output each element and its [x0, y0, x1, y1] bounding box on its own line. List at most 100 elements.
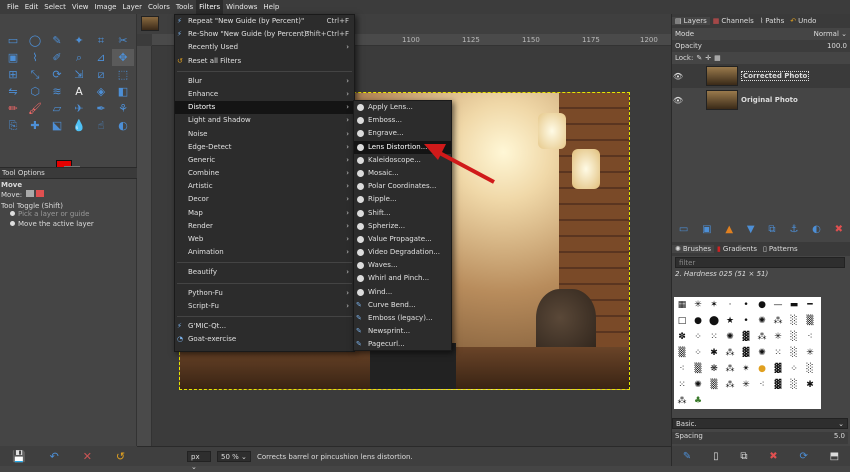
perspective-icon[interactable]: ⬚ [112, 66, 134, 83]
lock-pixels-icon[interactable]: ✎ [696, 54, 702, 62]
distort-shift[interactable]: Shift... [354, 207, 451, 220]
ink-icon[interactable]: ✒ [90, 100, 112, 117]
menu-colors[interactable]: Colors [145, 0, 173, 14]
brush-item[interactable]: ✶ [706, 297, 722, 313]
brush-item[interactable]: ▓ [770, 361, 786, 377]
brush-item[interactable]: ⁖ [802, 329, 818, 345]
menu-layer[interactable]: Layer [119, 0, 145, 14]
delete-preset-icon[interactable]: ✕ [83, 450, 92, 463]
fuzzy-select-icon[interactable]: ✦ [68, 32, 90, 49]
delete-brush-icon[interactable]: ✖ [769, 451, 777, 462]
new-layer-group-icon[interactable]: ▭ [679, 224, 688, 235]
smudge-icon[interactable]: ☝ [90, 117, 112, 134]
tab-patterns[interactable]: ▯ Patterns [760, 245, 801, 253]
tool-options-tab[interactable]: Tool Options [2, 169, 45, 177]
airbrush-icon[interactable]: ✈ [68, 100, 90, 117]
zoom-dropdown[interactable]: 50 % ⌄ [217, 451, 251, 462]
filter-group-decor[interactable]: Decor › [175, 193, 354, 206]
clone-icon[interactable]: ⎘ [2, 117, 24, 134]
free-select-icon[interactable]: ✎ [46, 32, 68, 49]
brush-item[interactable]: — [770, 297, 786, 313]
new-layer-icon[interactable]: ▣ [702, 224, 711, 235]
menu-image[interactable]: Image [92, 0, 120, 14]
brush-item[interactable]: ▒ [706, 377, 722, 393]
tab-paths[interactable]: ⌇ Paths [757, 17, 787, 25]
spacing-row[interactable]: Spacing 5.0 [672, 432, 848, 444]
menu-file[interactable]: File [4, 0, 22, 14]
brush-preset-dropdown[interactable]: Basic. ⌄ [672, 418, 848, 429]
brush-item[interactable]: ● [690, 313, 706, 329]
layer-name[interactable]: Corrected Photo [741, 71, 810, 81]
brush-item[interactable]: ❋ [706, 361, 722, 377]
paths-icon[interactable]: ⌇ [24, 49, 46, 66]
menu-windows[interactable]: Windows [223, 0, 260, 14]
distort-spherize[interactable]: Spherize... [354, 220, 451, 233]
recently-used-item[interactable]: Recently Used › [175, 41, 354, 54]
distort-ripple[interactable]: Ripple... [354, 193, 451, 206]
shear-icon[interactable]: ⧄ [90, 66, 112, 83]
reshow-filter-item[interactable]: ⚡ Re-Show "New Guide (by Percent)" Shift+C… [175, 28, 354, 41]
scale-icon[interactable]: ⇲ [68, 66, 90, 83]
brush-item[interactable]: ▓ [770, 377, 786, 393]
lower-layer-icon[interactable]: ▼ [747, 224, 755, 235]
brush-item[interactable]: ⁖ [674, 361, 690, 377]
open-brush-icon[interactable]: ⬒ [830, 451, 839, 462]
heal-icon[interactable]: ✚ [24, 117, 46, 134]
brush-item[interactable]: ▓ [738, 345, 754, 361]
refresh-brushes-icon[interactable]: ⟳ [799, 451, 807, 462]
menu-edit[interactable]: Edit [22, 0, 42, 14]
flip-icon[interactable]: ⇋ [2, 83, 24, 100]
brush-item[interactable]: ♣ [690, 393, 706, 409]
brush-filter-input[interactable]: filter [675, 256, 845, 268]
ellipse-select-icon[interactable]: ◯ [24, 32, 46, 49]
rotate-icon[interactable]: ⟳ [46, 66, 68, 83]
tab-gradients[interactable]: ▮ Gradients [714, 245, 760, 253]
zoom-icon[interactable]: ⌕ [68, 49, 90, 66]
brush-item[interactable]: ⁖ [754, 377, 770, 393]
filter-group-script-fu[interactable]: Script-Fu › [175, 300, 354, 313]
brush-item[interactable]: ✳ [802, 345, 818, 361]
new-brush-icon[interactable]: ▯ [713, 451, 719, 462]
menu-select[interactable]: Select [41, 0, 69, 14]
radio-move-active[interactable] [10, 221, 15, 226]
visibility-eye-icon[interactable]: 👁 [672, 72, 684, 81]
save-preset-icon[interactable]: 💾 [12, 450, 26, 463]
brush-item[interactable]: ⁂ [722, 377, 738, 393]
menu-help[interactable]: Help [260, 0, 282, 14]
filter-group-web[interactable]: Web › [175, 233, 354, 246]
move-selection-icon[interactable] [36, 190, 44, 197]
brush-item[interactable]: ✴ [738, 361, 754, 377]
distort-waves[interactable]: Waves... [354, 259, 451, 272]
brush-item[interactable]: ▒ [802, 313, 818, 329]
tab-channels[interactable]: ▦ Channels [710, 17, 757, 25]
warp-icon[interactable]: ≋ [46, 83, 68, 100]
rect-select-icon[interactable]: ▭ [2, 32, 24, 49]
tab-layers[interactable]: ▤ Layers [672, 17, 710, 25]
brush-item[interactable]: ● [754, 297, 770, 313]
brush-item[interactable]: ░ [786, 345, 802, 361]
paintbrush-icon[interactable]: 🖌 [24, 100, 46, 117]
brush-item[interactable]: ━ [802, 297, 818, 313]
scissors-icon[interactable]: ✂ [112, 32, 134, 49]
image-tab-thumbnail[interactable] [141, 16, 159, 31]
brush-item[interactable]: ⬤ [706, 313, 722, 329]
brush-item[interactable]: • [738, 297, 754, 313]
duplicate-brush-icon[interactable]: ⧉ [740, 451, 747, 462]
brush-item[interactable]: ░ [786, 313, 802, 329]
distort-newsprint[interactable]: ✎ Newsprint... [354, 325, 451, 338]
opacity-value[interactable]: 100.0 [827, 42, 847, 50]
restore-preset-icon[interactable]: ↶ [50, 450, 59, 463]
brush-item[interactable]: ⁂ [722, 345, 738, 361]
filter-group-enhance[interactable]: Enhance › [175, 88, 354, 101]
brush-item[interactable]: ✳ [770, 329, 786, 345]
crop-icon[interactable]: ⌗ [90, 32, 112, 49]
tab-undo[interactable]: ↶ Undo [787, 17, 819, 25]
brush-item[interactable]: □ [674, 313, 690, 329]
mask-icon[interactable]: ◐ [812, 224, 821, 235]
filter-group-artistic[interactable]: Artistic › [175, 180, 354, 193]
reset-all-filters-item[interactable]: ↺ Reset all Filters [175, 55, 354, 68]
brush-item[interactable]: ░ [802, 361, 818, 377]
brush-item[interactable]: ✺ [690, 377, 706, 393]
transform-icon[interactable]: ⤡ [24, 66, 46, 83]
brush-item[interactable]: ⁂ [770, 313, 786, 329]
